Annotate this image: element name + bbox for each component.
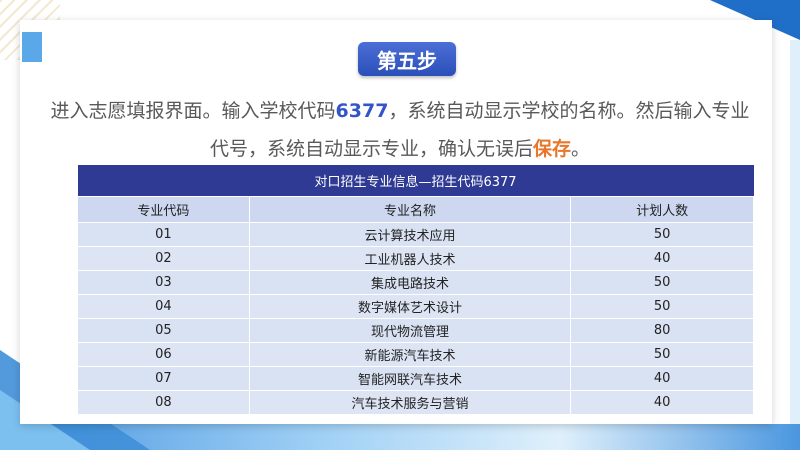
header-code: 专业代码: [77, 196, 250, 223]
table-row: 01 云计算技术应用 50: [77, 222, 754, 247]
cell-name: 数字媒体艺术设计: [248, 294, 572, 319]
cell-plan: 40: [570, 366, 754, 391]
cell-plan: 40: [570, 390, 754, 415]
table-row: 05 现代物流管理 80: [77, 318, 754, 343]
cell-plan: 50: [570, 342, 754, 367]
cell-name: 云计算技术应用: [248, 222, 572, 247]
cell-name: 工业机器人技术: [248, 246, 572, 271]
cell-name: 新能源汽车技术: [248, 342, 572, 367]
header-plan: 计划人数: [570, 196, 754, 223]
majors-table: 对口招生专业信息—招生代码6377 专业代码 专业名称 计划人数 01 云计算技术…: [77, 165, 754, 415]
cell-name: 现代物流管理: [248, 318, 572, 343]
instruction-part1: 进入志愿填报界面。输入学校代码: [50, 100, 336, 122]
table-row: 02 工业机器人技术 40: [77, 246, 754, 271]
cell-code: 07: [77, 366, 250, 391]
instruction-text: 进入志愿填报界面。输入学校代码6377，系统自动显示学校的名称。然后输入专业代号…: [50, 92, 750, 168]
cell-code: 02: [77, 246, 250, 271]
cell-code: 06: [77, 342, 250, 367]
step-badge: 第五步: [358, 42, 456, 76]
table-row: 08 汽车技术服务与营销 40: [77, 390, 754, 415]
cell-code: 03: [77, 270, 250, 295]
decorative-square: [22, 32, 42, 62]
table-row: 06 新能源汽车技术 50: [77, 342, 754, 367]
cell-plan: 40: [570, 246, 754, 271]
cell-plan: 50: [570, 294, 754, 319]
decorative-right-band: [790, 40, 800, 424]
cell-name: 智能网联汽车技术: [248, 366, 572, 391]
cell-code: 05: [77, 318, 250, 343]
cell-code: 08: [77, 390, 250, 415]
cell-code: 04: [77, 294, 250, 319]
school-code-highlight: 6377: [335, 100, 389, 122]
table-header-row: 专业代码 专业名称 计划人数: [77, 196, 754, 223]
cell-name: 汽车技术服务与营销: [248, 390, 572, 415]
cell-plan: 50: [570, 270, 754, 295]
cell-name: 集成电路技术: [248, 270, 572, 295]
save-highlight: 保存: [532, 138, 571, 160]
instruction-part3: 。: [571, 138, 591, 160]
cell-plan: 50: [570, 222, 754, 247]
cell-code: 01: [77, 222, 250, 247]
table-row: 04 数字媒体艺术设计 50: [77, 294, 754, 319]
header-name: 专业名称: [248, 196, 572, 223]
table-row: 03 集成电路技术 50: [77, 270, 754, 295]
table-caption: 对口招生专业信息—招生代码6377: [77, 165, 754, 197]
cell-plan: 80: [570, 318, 754, 343]
table-row: 07 智能网联汽车技术 40: [77, 366, 754, 391]
